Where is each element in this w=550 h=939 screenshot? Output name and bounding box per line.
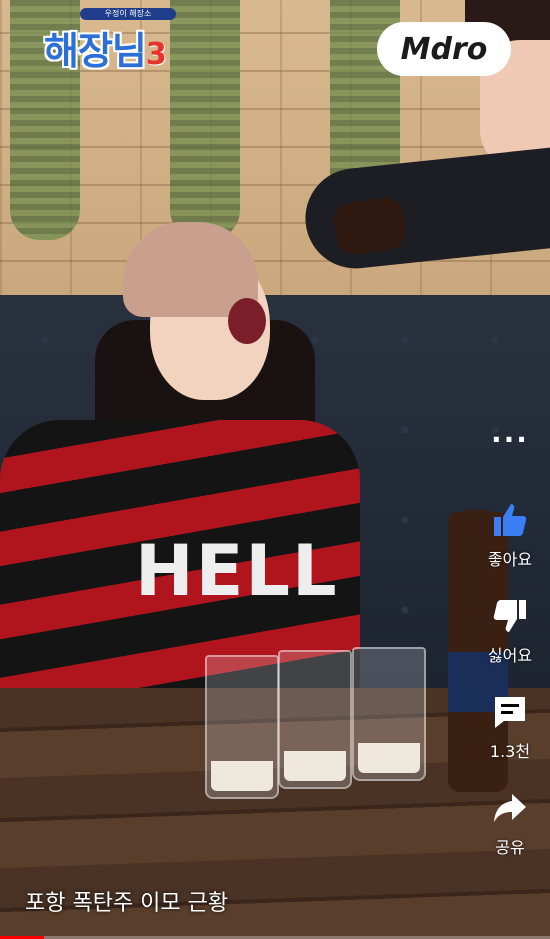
share-button[interactable]: 공유: [490, 788, 530, 858]
channel-badge-text: Mdro: [400, 31, 488, 67]
thumb-down-icon: [493, 600, 526, 632]
beer-glass: [352, 647, 426, 781]
open-mouth: [228, 298, 266, 344]
show-logo: 우정이 해장소 해장님3: [44, 8, 176, 75]
thumb-up-icon: [493, 504, 527, 536]
dislike-label: 싫어요: [487, 646, 533, 665]
comments-button[interactable]: 1.3천: [490, 692, 530, 762]
beer-glass: [278, 650, 352, 789]
sweater-lettering: HELL: [135, 530, 339, 612]
like-button[interactable]: 좋아요: [488, 500, 532, 570]
dislike-button[interactable]: 싫어요: [488, 596, 532, 666]
action-rail: ··· 좋아요 싫어요 1.3천 공유: [470, 426, 550, 884]
show-logo-season: 3: [145, 37, 167, 72]
beer-glass: [205, 655, 279, 799]
share-label: 공유: [495, 838, 525, 857]
like-label: 좋아요: [487, 550, 533, 569]
shorts-player[interactable]: HELL 우정이 해장소 해장님3 Mdro ··· 좋아요 싫어요 1.3천 …: [0, 0, 550, 939]
video-caption: 포항 폭탄주 이모 근황: [25, 891, 229, 916]
hanging-plant: [170, 0, 240, 240]
comments-count: 1.3천: [489, 742, 531, 761]
show-logo-subtitle: 우정이 해장소: [80, 8, 176, 20]
channel-badge: Mdro: [377, 22, 511, 76]
share-icon: [494, 794, 526, 822]
comment-icon: [494, 697, 525, 728]
show-logo-title: 해장님: [44, 29, 147, 73]
more-dots-icon[interactable]: ···: [491, 426, 529, 454]
